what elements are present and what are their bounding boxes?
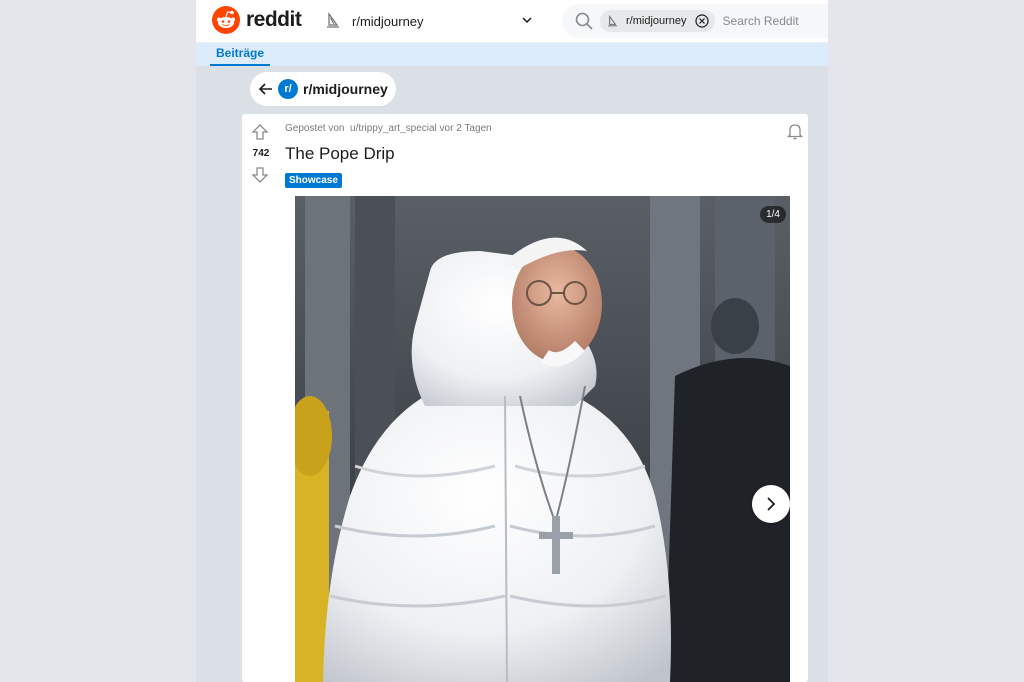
search-bar[interactable]: r/midjourney Search Reddit (562, 4, 828, 38)
search-scope-chip[interactable]: r/midjourney (600, 10, 715, 32)
sailboat-icon (327, 12, 339, 28)
bell-icon[interactable] (786, 122, 804, 140)
post-title[interactable]: The Pope Drip (285, 144, 395, 164)
community-name: r/midjourney (303, 81, 388, 97)
downvote-icon[interactable] (251, 166, 269, 184)
chevron-down-icon (522, 17, 532, 24)
pope-puffer-jacket-image (295, 196, 790, 682)
clear-scope-icon[interactable] (694, 14, 709, 28)
community-avatar: r/ (278, 79, 298, 99)
back-arrow-icon (258, 83, 272, 95)
vote-count: 742 (252, 148, 270, 159)
post-meta: Gepostet von u/trippy_art_special vor 2 … (285, 123, 492, 134)
reddit-snoo-icon (212, 6, 240, 34)
search-input[interactable]: Search Reddit (723, 14, 799, 28)
post-time: vor 2 Tagen (439, 123, 492, 134)
tab-bar: Beiträge (196, 43, 828, 66)
reddit-logo[interactable]: reddit (212, 6, 302, 34)
tab-posts[interactable]: Beiträge (210, 43, 271, 66)
sailboat-icon (608, 14, 617, 26)
search-icon (575, 12, 593, 30)
posted-by-prefix: Gepostet von (285, 123, 345, 134)
logo-wordmark: reddit (246, 8, 302, 31)
author-link[interactable]: u/trippy_art_special (350, 123, 437, 134)
search-scope-label: r/midjourney (626, 15, 687, 27)
upvote-icon[interactable] (251, 123, 269, 141)
community-selector[interactable]: r/midjourney (324, 8, 542, 34)
back-to-community-button[interactable]: r/ r/midjourney (250, 72, 396, 106)
post-gallery-image[interactable]: 1/4 (295, 196, 790, 682)
community-selector-label: r/midjourney (352, 13, 424, 29)
top-navigation: reddit r/midjourney r/midjourney Search … (196, 0, 828, 43)
gallery-counter: 1/4 (760, 206, 786, 223)
post-flair[interactable]: Showcase (285, 173, 342, 188)
gallery-next-button[interactable] (752, 485, 790, 523)
reddit-app: reddit r/midjourney r/midjourney Search … (196, 0, 828, 682)
chevron-right-icon (767, 497, 776, 511)
post-card: 742 Gepostet von u/trippy_art_special vo… (242, 114, 808, 682)
